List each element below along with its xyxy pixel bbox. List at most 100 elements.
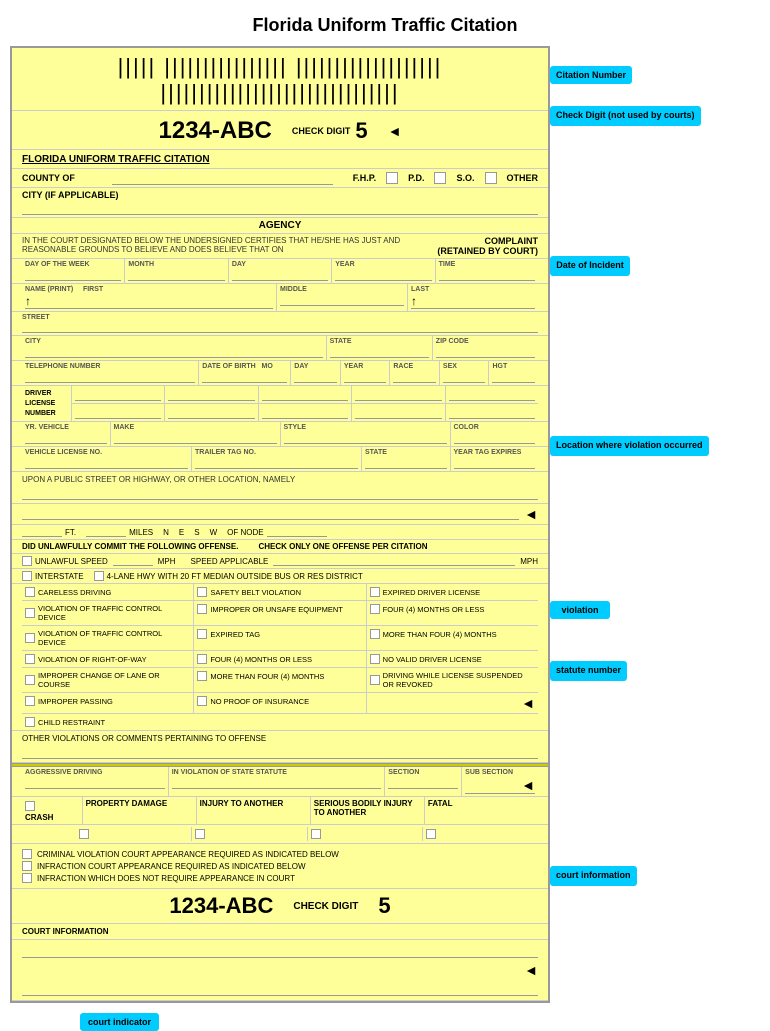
aggressive-field[interactable]: [25, 777, 165, 789]
sex-field[interactable]: [443, 371, 486, 383]
location-field[interactable]: [22, 486, 538, 500]
trailer-tag-field[interactable]: [195, 457, 358, 469]
fatal-label: FATAL: [428, 799, 453, 808]
race-field[interactable]: [393, 371, 436, 383]
four-months-less-checkbox-2[interactable]: [197, 654, 207, 664]
yr-vehicle-field[interactable]: [25, 432, 107, 444]
license-row-2: [72, 404, 538, 421]
court-info-field-1[interactable]: [22, 944, 538, 958]
improper-change-checkbox[interactable]: [25, 675, 35, 685]
day-field[interactable]: [232, 269, 328, 281]
ft-field[interactable]: [22, 527, 62, 537]
lic4[interactable]: [352, 386, 445, 403]
day2-field[interactable]: [294, 371, 337, 383]
child-restraint-checkbox[interactable]: [25, 717, 35, 727]
driving-while-checkbox[interactable]: [370, 675, 380, 685]
crash-row: CRASH PROPERTY DAMAGE INJURY TO ANOTHER …: [12, 797, 548, 825]
sub-section-field[interactable]: ◄: [465, 777, 535, 794]
vtc-checkbox[interactable]: [25, 608, 35, 618]
state2-field[interactable]: [365, 457, 447, 469]
state-field[interactable]: [330, 346, 429, 358]
month-cell: MONTH: [125, 259, 228, 283]
lic6[interactable]: [72, 404, 165, 421]
four-months-less-checkbox-1[interactable]: [370, 604, 380, 614]
year-field[interactable]: [335, 269, 431, 281]
day-of-week-field[interactable]: [25, 269, 121, 281]
no-valid-dl-checkbox[interactable]: [370, 654, 380, 664]
lic7[interactable]: [165, 404, 258, 421]
fhp-radio[interactable]: [386, 172, 398, 184]
lic1[interactable]: [72, 386, 165, 403]
expired-dl-checkbox[interactable]: [370, 587, 380, 597]
improper-equipment-checkbox[interactable]: [197, 604, 207, 614]
improper-passing-checkbox[interactable]: [25, 696, 35, 706]
injury-checkbox[interactable]: [195, 829, 205, 839]
last-field[interactable]: ↑: [411, 294, 535, 309]
county-field[interactable]: [112, 171, 333, 185]
more-than-four-checkbox-2[interactable]: [197, 671, 207, 681]
lic8[interactable]: [259, 404, 352, 421]
row-checkbox[interactable]: [25, 654, 35, 664]
no-proof-checkbox[interactable]: [197, 696, 207, 706]
property-damage-cell: PROPERTY DAMAGE: [83, 797, 197, 824]
expired-tag-checkbox[interactable]: [197, 629, 207, 639]
safety-belt-checkbox[interactable]: [197, 587, 207, 597]
vehicle-license-field[interactable]: [25, 457, 188, 469]
page-title: Florida Uniform Traffic Citation: [0, 0, 770, 46]
section-field[interactable]: [388, 777, 458, 789]
vtcd-checkbox[interactable]: [25, 633, 35, 643]
serious-checkbox[interactable]: [311, 829, 321, 839]
prop-dmg-checkbox[interactable]: [79, 829, 89, 839]
sub-section-cell: SUB SECTION ◄: [462, 767, 538, 796]
infraction-appearance-checkbox[interactable]: [22, 861, 32, 871]
lic2[interactable]: [165, 386, 258, 403]
court-information-annotation-text: court information: [556, 870, 631, 880]
speed-field[interactable]: [113, 556, 153, 566]
e-label: E: [179, 528, 184, 537]
improper-passing-item: IMPROPER PASSING: [25, 696, 190, 706]
four-lane-checkbox[interactable]: [94, 571, 104, 581]
four-months-less-label-1: FOUR (4) MONTHS OR LESS: [383, 605, 485, 614]
of-node-field[interactable]: [267, 527, 327, 537]
infraction-no-appearance-checkbox[interactable]: [22, 873, 32, 883]
so-radio[interactable]: [485, 172, 497, 184]
month-field[interactable]: [128, 269, 224, 281]
pd-radio[interactable]: [434, 172, 446, 184]
more-than-four-checkbox-1[interactable]: [370, 629, 380, 639]
dob-field[interactable]: [202, 371, 287, 383]
crash-checkbox[interactable]: [25, 801, 35, 811]
phone-field[interactable]: [25, 371, 195, 383]
location-sub-field[interactable]: [22, 508, 519, 520]
city-cell: CITY: [22, 336, 327, 360]
color-field[interactable]: [454, 432, 536, 444]
speed-applicable-field[interactable]: [273, 556, 515, 566]
year-tag-field[interactable]: [454, 457, 536, 469]
style-field[interactable]: [284, 432, 447, 444]
lic9[interactable]: [352, 404, 445, 421]
middle-field[interactable]: [280, 294, 404, 306]
street-field[interactable]: [22, 321, 538, 333]
lic10[interactable]: [446, 404, 538, 421]
in-violation-field[interactable]: [172, 777, 382, 789]
other-violations-field[interactable]: [22, 745, 538, 759]
miles-field[interactable]: [86, 527, 126, 537]
lic3[interactable]: [259, 386, 352, 403]
city-field[interactable]: [25, 346, 323, 358]
interstate-checkbox[interactable]: [22, 571, 32, 581]
name-print-field[interactable]: ↑: [25, 294, 273, 309]
time-field[interactable]: [439, 269, 535, 281]
hgt-field[interactable]: [492, 371, 535, 383]
make-field[interactable]: [114, 432, 277, 444]
unlawful-speed-checkbox[interactable]: [22, 556, 32, 566]
fatal-checkbox[interactable]: [426, 829, 436, 839]
zip-field[interactable]: [436, 346, 535, 358]
lic5[interactable]: [446, 386, 538, 403]
careless-driving-checkbox[interactable]: [25, 587, 35, 597]
court-info-field-2[interactable]: [22, 982, 538, 996]
yr-vehicle-label: YR. VEHICLE: [25, 424, 107, 431]
outer-container: Florida Uniform Traffic Citation ||||| |…: [0, 0, 770, 1031]
check-digit-value: 5: [355, 118, 367, 144]
criminal-violation-checkbox[interactable]: [22, 849, 32, 859]
date-of-incident-annotation-text: Date of Incident: [556, 260, 624, 270]
year2-field[interactable]: [344, 371, 387, 383]
